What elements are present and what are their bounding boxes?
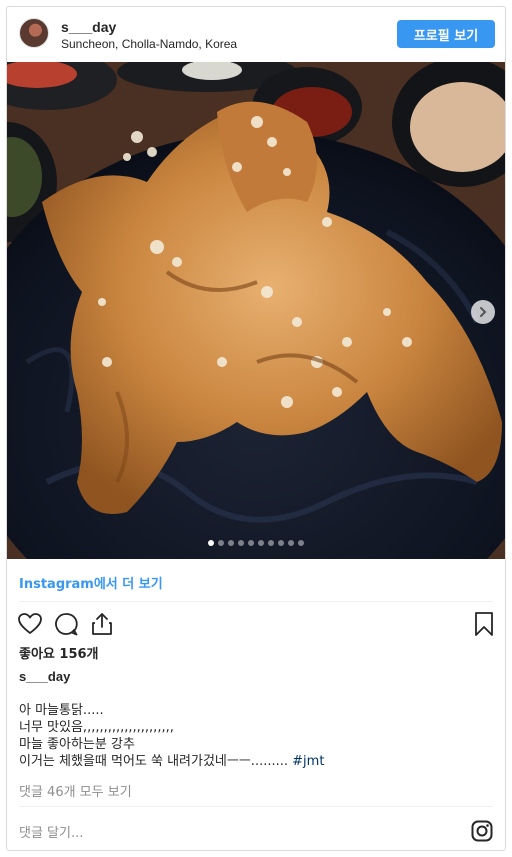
view-all-comments-link[interactable]: 댓글 46개 모두 보기 [19,781,132,800]
carousel-dot [248,540,254,546]
add-comment-field[interactable]: 댓글 달기... [19,822,83,841]
caption-line: 이거는 체했을때 먹어도 쑥 내려가겄네ㅡㅡ......... #jmt [19,753,324,770]
like-count[interactable]: 좋아요 156개 [19,643,99,662]
instagram-embed-card: s___day Suncheon, Cholla-Namdo, Korea 프로… [6,6,506,851]
hashtag-link[interactable]: #jmt [292,754,324,769]
share-icon[interactable] [89,611,115,637]
carousel-dot [218,540,224,546]
caption-text: 아 마늘통닭..... 너무 맛있음,,,,,,,,,,,,,,,,,,,,,,… [19,702,324,770]
caption-username[interactable]: s___day [19,669,70,684]
caption-line-text: 이거는 체했을때 먹어도 쑥 내려가겄네ㅡㅡ......... [19,754,289,769]
caption-line: 아 마늘통닭..... [19,703,104,718]
view-more-on-instagram-link[interactable]: Instagram에서 더 보기 [19,573,163,592]
carousel-dot [228,540,234,546]
carousel-dot [268,540,274,546]
divider [19,806,493,807]
carousel-dot [298,540,304,546]
instagram-logo-icon[interactable] [471,820,493,842]
username[interactable]: s___day [61,19,116,35]
avatar[interactable] [19,18,49,48]
fried-chicken-photo [7,62,505,559]
location[interactable]: Suncheon, Cholla-Namdo, Korea [61,37,237,51]
carousel-indicator [7,540,505,546]
caption-line: 너무 맛있음,,,,,,,,,,,,,,,,,,,,,, [19,720,174,735]
bookmark-icon[interactable] [471,611,497,637]
heart-icon[interactable] [17,611,43,637]
caption-line: 마늘 좋아하는분 강추 [19,737,135,752]
carousel-dot [258,540,264,546]
carousel-dot [288,540,294,546]
carousel-dot [278,540,284,546]
next-slide-button[interactable] [471,300,495,324]
divider [19,601,493,602]
post-photo[interactable] [7,62,505,559]
chevron-right-icon [480,307,487,317]
view-profile-button[interactable]: 프로필 보기 [397,20,495,48]
post-header: s___day Suncheon, Cholla-Namdo, Korea 프로… [7,7,505,62]
comment-icon[interactable] [53,611,79,637]
carousel-dot [208,540,214,546]
carousel-dot [238,540,244,546]
